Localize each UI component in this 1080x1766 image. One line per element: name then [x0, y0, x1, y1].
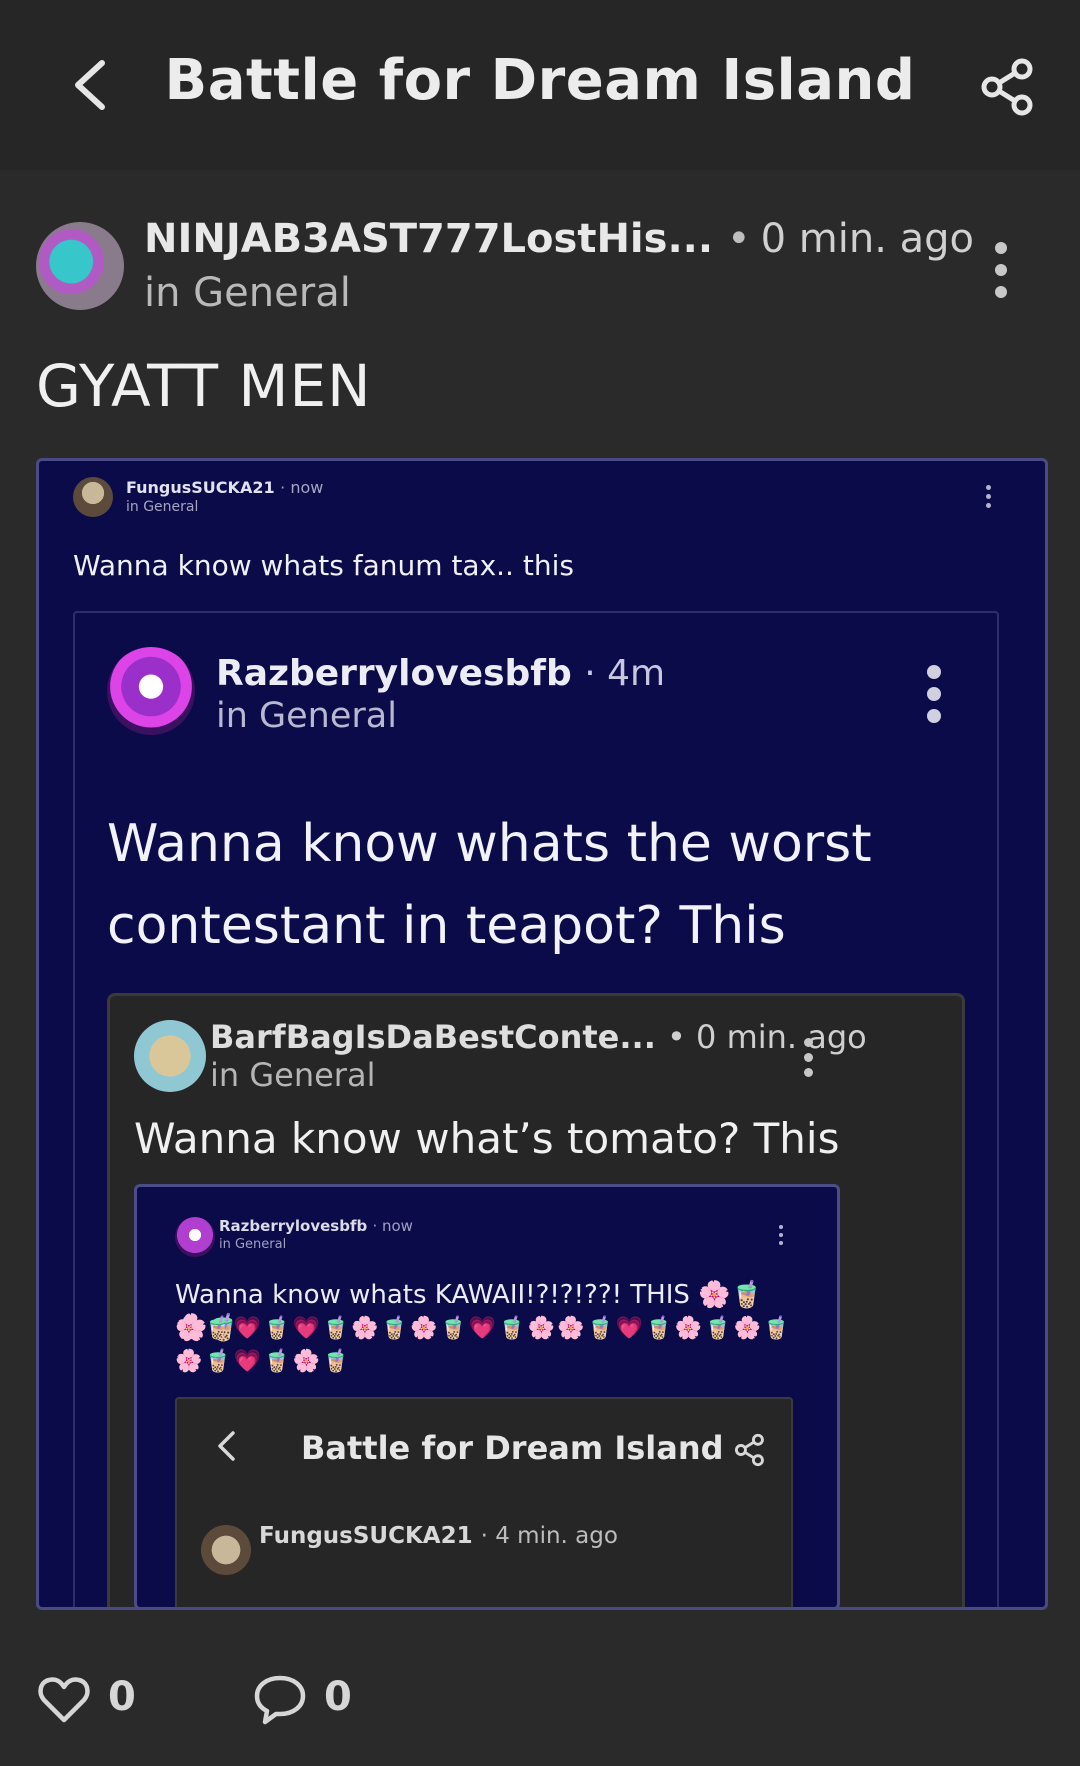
- nested-author-name: Razberrylovesbfb: [219, 1217, 368, 1235]
- page-title: Battle for Dream Island: [164, 48, 916, 113]
- avatar: [73, 477, 113, 517]
- comment-bubble-icon: [254, 1675, 306, 1725]
- share-icon: [734, 1433, 764, 1467]
- post-time: 0 min. ago: [760, 216, 975, 262]
- avatar: [134, 1020, 206, 1092]
- avatar: [175, 1217, 215, 1257]
- nested-community: in General: [126, 499, 199, 515]
- nested-time: · now: [280, 478, 324, 497]
- more-vertical-icon: [995, 242, 1007, 254]
- like-count: 0: [108, 1674, 136, 1720]
- post-image[interactable]: FungusSUCKA21 · now in General Wanna kno…: [36, 458, 1048, 1610]
- emoji-row: 🌸🧋💗🧋💗🧋🌸🧋🌸🧋💗🧋🌸🌸🧋💗🧋🌸🧋🌸🧋🌸🧋💗🧋🌸🧋: [175, 1316, 793, 1374]
- nested-post-text: Wanna know what’s tomato? This: [134, 1114, 840, 1163]
- nested-time: · 4 min. ago: [480, 1523, 618, 1549]
- nested-page-title: Battle for Dream Island: [301, 1429, 724, 1467]
- nested-author-name: FungusSUCKA21: [259, 1523, 473, 1549]
- nested-community: in General: [216, 696, 397, 736]
- separator-dot: •: [727, 216, 751, 262]
- nested-author-line: Razberrylovesbfb · 4m: [216, 653, 665, 694]
- more-vertical-icon: [986, 485, 994, 512]
- author-avatar[interactable]: [36, 222, 124, 310]
- nested-community: in General: [219, 1237, 287, 1252]
- nested-time: • 0 min. ago: [666, 1018, 867, 1056]
- like-button[interactable]: 0: [36, 1672, 146, 1732]
- comment-count: 0: [324, 1674, 352, 1720]
- chevron-left-icon: [215, 1429, 237, 1471]
- share-button[interactable]: [978, 57, 1038, 117]
- nested-post-card: Razberrylovesbfb · now in General Wanna …: [134, 1184, 840, 1607]
- nested-author-line: Razberrylovesbfb · now: [219, 1217, 413, 1235]
- nested-time: · now: [372, 1217, 413, 1235]
- nested-post-text: Wanna know whats the worst contestant in…: [107, 814, 872, 956]
- heart-icon: [38, 1677, 90, 1723]
- nested-post-card: Battle for Dream Island FungusSUCKA21 · …: [175, 1397, 793, 1607]
- comment-button[interactable]: 0: [252, 1672, 362, 1732]
- nested-community: in General: [210, 1056, 376, 1094]
- nested-post-card: Razberrylovesbfb · 4m in General Wanna k…: [73, 611, 999, 1607]
- post-body-text: GYATT MEN: [36, 352, 372, 420]
- more-vertical-icon: [804, 1038, 816, 1083]
- author-line: NINJAB3AST777LostHis... • 0 min. ago: [144, 216, 974, 262]
- nested-author-line: BarfBagIsDaBestConte... • 0 min. ago: [210, 1018, 867, 1056]
- post-actions: 0 0: [0, 1650, 1080, 1766]
- top-bar: Battle for Dream Island: [0, 0, 1080, 170]
- more-vertical-icon: [927, 665, 941, 731]
- author-name[interactable]: NINJAB3AST777LostHis...: [144, 216, 713, 262]
- post-community[interactable]: in General: [144, 270, 351, 316]
- more-vertical-icon: [779, 1225, 785, 1249]
- avatar: [107, 647, 195, 735]
- post-header: NINJAB3AST777LostHis... • 0 min. ago in Ge…: [36, 212, 1044, 322]
- nested-post-text: Wanna know whats fanum tax.. this: [73, 549, 574, 582]
- nested-time: · 4m: [584, 653, 666, 694]
- more-options-button[interactable]: [986, 242, 1016, 302]
- nested-author-line: FungusSUCKA21 · now: [126, 478, 323, 497]
- nested-author-name: Razberrylovesbfb: [216, 653, 572, 694]
- share-icon: [981, 58, 1033, 116]
- nested-post-card: BarfBagIsDaBestConte... • 0 min. ago in …: [107, 993, 965, 1607]
- nested-author-line: FungusSUCKA21 · 4 min. ago: [259, 1523, 618, 1549]
- avatar: [201, 1525, 251, 1575]
- nested-author-name: BarfBagIsDaBestConte...: [210, 1018, 656, 1056]
- nested-author-name: FungusSUCKA21: [126, 478, 275, 497]
